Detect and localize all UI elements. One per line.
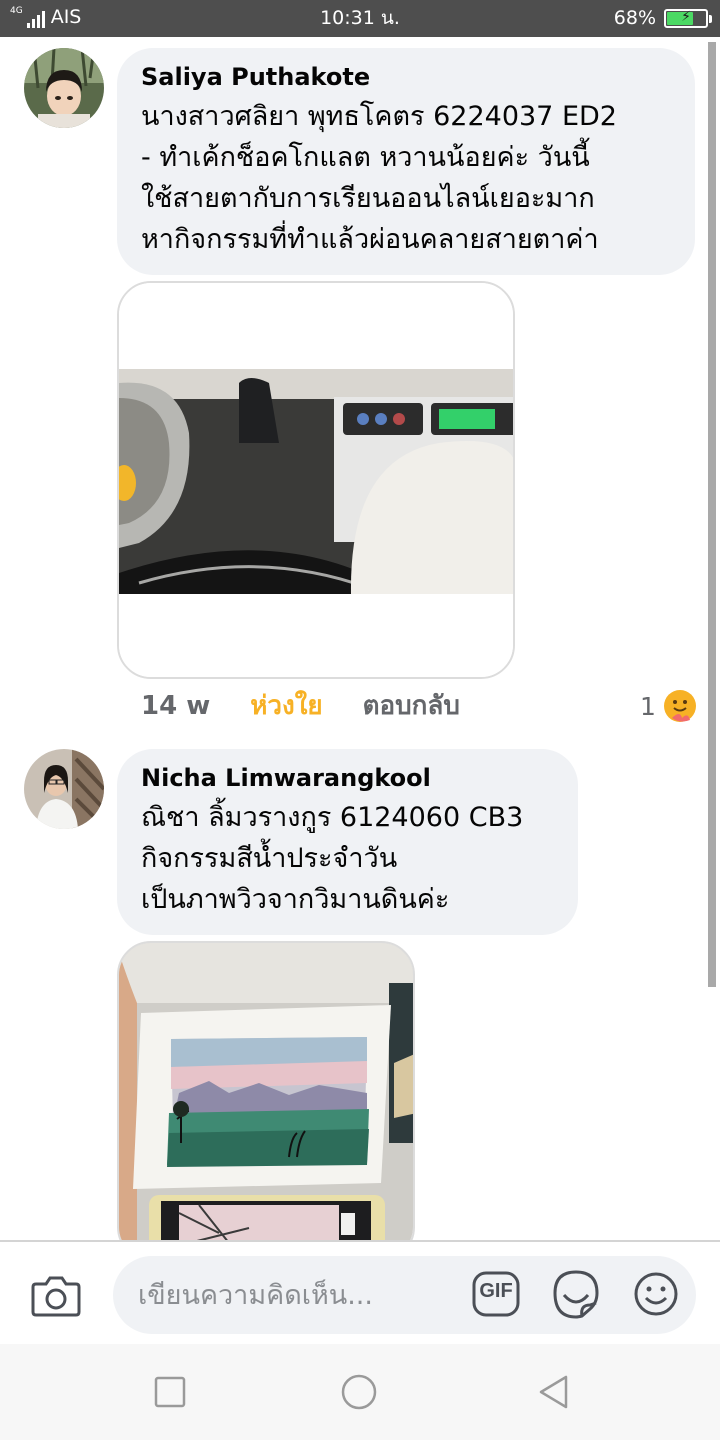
recent-apps-icon[interactable]	[152, 1374, 188, 1410]
avatar[interactable]	[24, 749, 104, 829]
comment-text: นางสาวศลิยา พุทธโคตร 6224037 ED2 - ทำเค้…	[141, 101, 617, 255]
avatar[interactable]	[24, 48, 104, 128]
clock: 10:31 น.	[320, 7, 400, 29]
video-thumbnail[interactable]	[117, 281, 515, 679]
care-emoji-icon[interactable]	[662, 688, 698, 724]
comment-bubble[interactable]: Saliya Puthakote นางสาวศลิยา พุทธโคตร 62…	[117, 48, 695, 275]
comment-time: 14 w	[141, 691, 211, 721]
battery-icon: ⚡	[664, 8, 712, 28]
gif-label: GIF	[479, 1280, 513, 1302]
gif-icon[interactable]: GIF	[472, 1271, 520, 1317]
comment-bubble[interactable]: Nicha Limwarangkool ณิชา ลิ้มวรางกูร 612…	[117, 749, 578, 935]
care-reaction-button[interactable]: ห่วงใย	[250, 688, 322, 724]
sticker-icon[interactable]	[552, 1269, 600, 1319]
reaction-count[interactable]: 1	[640, 690, 656, 724]
scrollbar[interactable]	[708, 42, 716, 987]
watercolor-photo[interactable]	[117, 941, 415, 1261]
status-right: 68% ⚡	[613, 6, 712, 30]
comment-text: ณิชา ลิ้มวรางกูร 6124060 CB3 กิจกรรมสีน้…	[141, 802, 524, 915]
home-icon[interactable]	[341, 1374, 377, 1410]
status-bar: 4G AIS 10:31 น. 68% ⚡	[0, 0, 720, 37]
camera-icon[interactable]	[30, 1272, 82, 1320]
comment-input[interactable]	[113, 1256, 696, 1334]
comment-actions: 14 w ห่วงใย ตอบกลับ	[141, 688, 460, 724]
navigation-bar	[0, 1344, 720, 1440]
back-icon[interactable]	[536, 1374, 572, 1410]
battery-percent: 68%	[613, 7, 656, 29]
emoji-icon[interactable]	[633, 1271, 679, 1317]
charging-bolt-icon: ⚡	[681, 8, 691, 25]
comment-author[interactable]: Saliya Puthakote	[141, 62, 671, 92]
comment-composer: GIF	[0, 1240, 720, 1344]
reply-button[interactable]: ตอบกลับ	[363, 688, 460, 724]
comment-author[interactable]: Nicha Limwarangkool	[141, 763, 554, 793]
